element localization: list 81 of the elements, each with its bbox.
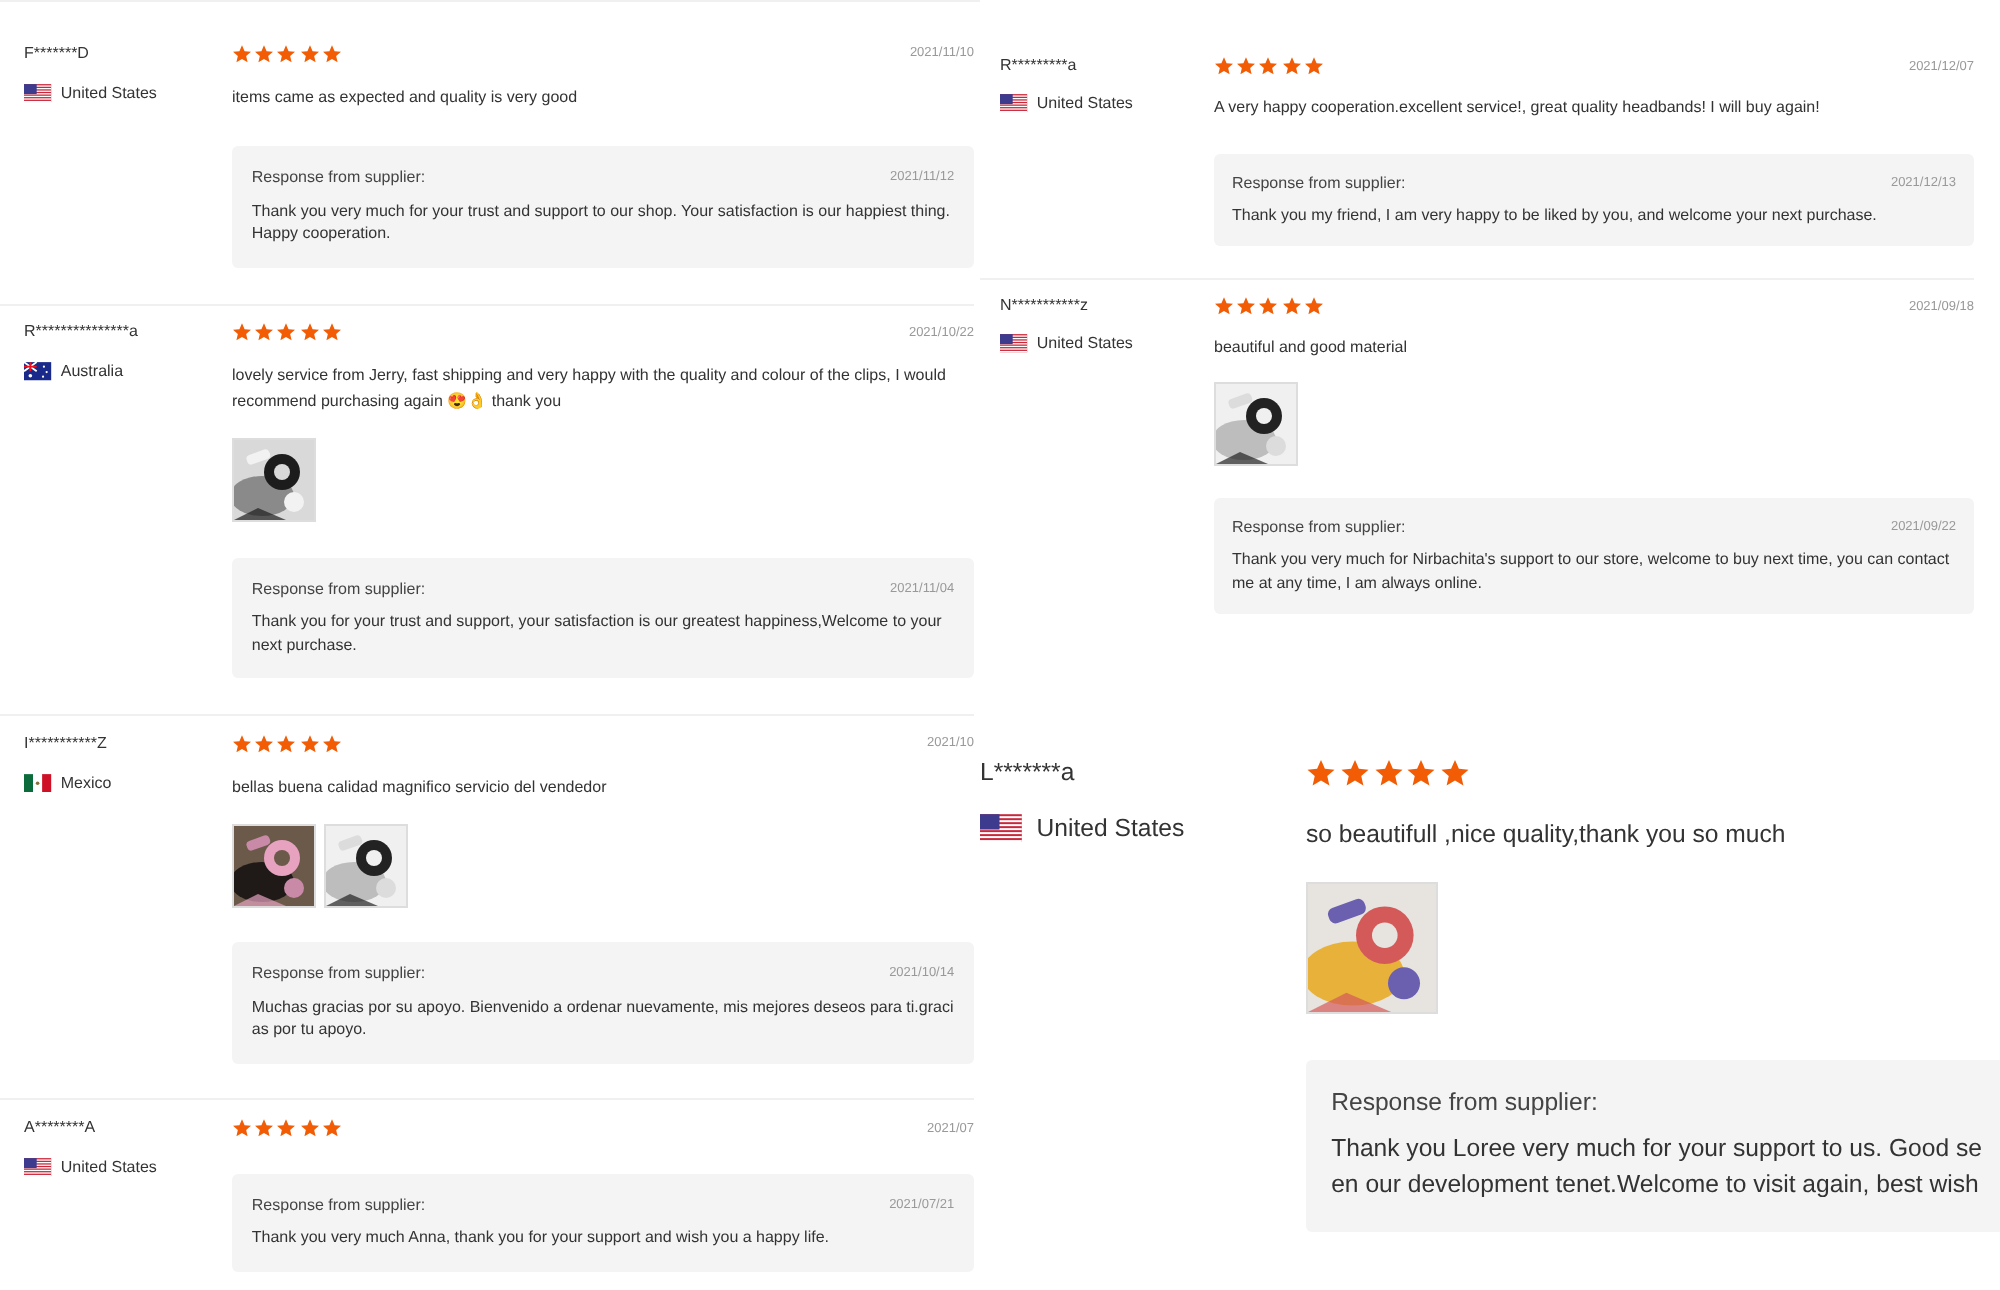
response-text: Thank you my friend, I am very happy to be liked by you, and welcome your next purchase. bbox=[1232, 203, 1879, 227]
star-icon bbox=[1373, 757, 1404, 788]
star-icon bbox=[299, 733, 320, 754]
country-name: Mexico bbox=[60, 773, 112, 792]
star-icon bbox=[254, 43, 275, 64]
star-icon bbox=[276, 43, 297, 64]
flag-icon bbox=[1000, 334, 1028, 354]
star-icon bbox=[1258, 296, 1279, 317]
reviewer-name: I***********Z bbox=[24, 733, 109, 752]
flag-icon bbox=[24, 83, 52, 102]
reviewer-name: F*******D bbox=[24, 43, 91, 62]
star-icon bbox=[1339, 757, 1370, 788]
country-name: United States bbox=[1036, 334, 1133, 353]
photo-thumbnail[interactable] bbox=[232, 437, 316, 522]
star-icon bbox=[1406, 757, 1437, 788]
star-icon bbox=[1306, 757, 1336, 788]
star-icon bbox=[1281, 56, 1302, 76]
review-comment: A very happy cooperation.excellent service!, great quality headbands! I will buy again! bbox=[1214, 96, 1822, 120]
star-icon bbox=[276, 322, 297, 343]
response-label: Response from supplier: bbox=[251, 168, 426, 187]
response-label: Response from supplier: bbox=[1232, 518, 1406, 537]
review-comment: lovely service from Jerry, fast shipping and very happy with the quality and colour of the clips, I would recommend purchasing again 😍👌 thank you bbox=[232, 364, 948, 415]
star-icon bbox=[232, 322, 252, 343]
star-icon bbox=[321, 322, 342, 343]
flag-icon bbox=[24, 362, 52, 382]
star-icon bbox=[1236, 296, 1257, 317]
star-icon bbox=[276, 733, 297, 754]
response-text: Thank you very much for your trust and support to our shop. Your satisfaction is our happiest thing. Happy cooperation. bbox=[251, 199, 952, 246]
response-text: Thank you Loree very much for your support to us. Good se en our development tenet.Welcome to visit again, best wish bbox=[1331, 1132, 1984, 1202]
response-label: Response from supplier: bbox=[1232, 173, 1406, 192]
star-icon bbox=[232, 1118, 252, 1139]
flag-icon bbox=[1000, 94, 1028, 113]
reviewer-name: N***********z bbox=[1000, 296, 1091, 315]
star-icon bbox=[254, 322, 275, 343]
star-icon bbox=[1303, 296, 1324, 317]
photo-thumbnail[interactable] bbox=[324, 823, 408, 908]
country-name: Australia bbox=[60, 362, 124, 381]
response-text: Thank you very much for Nirbachita's support to our store, welcome to buy next time, you can contact me at any time, I am always online. bbox=[1232, 548, 1952, 595]
star-icon bbox=[1440, 757, 1471, 788]
star-icon bbox=[321, 43, 342, 64]
star-icon bbox=[254, 733, 275, 754]
flag-icon bbox=[24, 1158, 52, 1177]
reviewer-name: R*********a bbox=[1000, 56, 1079, 74]
review-comment: so beautifull ,nice quality,thank you so much bbox=[1306, 817, 1788, 852]
star-icon bbox=[1214, 296, 1234, 317]
star-icon bbox=[321, 733, 342, 754]
star-icon bbox=[299, 43, 320, 64]
star-icon bbox=[321, 1118, 342, 1139]
response-label: Response from supplier: bbox=[251, 964, 426, 983]
star-icon bbox=[232, 733, 252, 754]
reviewer-name: L*******a bbox=[980, 757, 1077, 786]
flag-icon bbox=[24, 773, 52, 792]
review-comment: items came as expected and quality is very good bbox=[232, 85, 580, 110]
star-icon bbox=[1214, 56, 1234, 76]
photo-thumbnail[interactable] bbox=[1306, 882, 1438, 1015]
star-icon bbox=[299, 1118, 320, 1139]
response-label: Response from supplier: bbox=[251, 579, 426, 598]
flag-icon bbox=[980, 813, 1022, 842]
star-icon bbox=[1236, 56, 1257, 76]
review-comment: bellas buena calidad magnifico servicio del vendedor bbox=[232, 775, 609, 800]
review-comment: beautiful and good material bbox=[1214, 336, 1410, 361]
response-text: Thank you for your trust and support, your satisfaction is our greatest happiness,Welcome to your next purchase. bbox=[251, 610, 944, 657]
star-icon bbox=[299, 322, 320, 343]
star-icon bbox=[232, 43, 252, 64]
star-icon bbox=[1258, 56, 1279, 76]
country-name: United States bbox=[60, 83, 157, 102]
country-name: United States bbox=[60, 1158, 157, 1177]
country-name: United States bbox=[1036, 813, 1185, 842]
reviewer-name: R***************a bbox=[24, 322, 140, 341]
photo-thumbnail[interactable] bbox=[1214, 382, 1298, 467]
star-icon bbox=[254, 1118, 275, 1139]
star-icon bbox=[276, 1118, 297, 1139]
response-label: Response from supplier: bbox=[251, 1195, 426, 1214]
photo-thumbnail[interactable] bbox=[232, 823, 316, 908]
star-icon bbox=[1281, 296, 1302, 317]
reviewer-name: A********A bbox=[24, 1118, 98, 1137]
country-name: United States bbox=[1036, 94, 1133, 113]
response-text: Muchas gracias por su apoyo. Bienvenido a ordenar nuevamente, mis mejores deseos para ti.gracias por tu apoyo. bbox=[251, 995, 955, 1042]
response-label: Response from supplier: bbox=[1331, 1087, 1598, 1116]
response-text: Thank you very much Anna, thank you for your support and wish you a happy life. bbox=[251, 1226, 831, 1251]
star-icon bbox=[1303, 56, 1324, 76]
